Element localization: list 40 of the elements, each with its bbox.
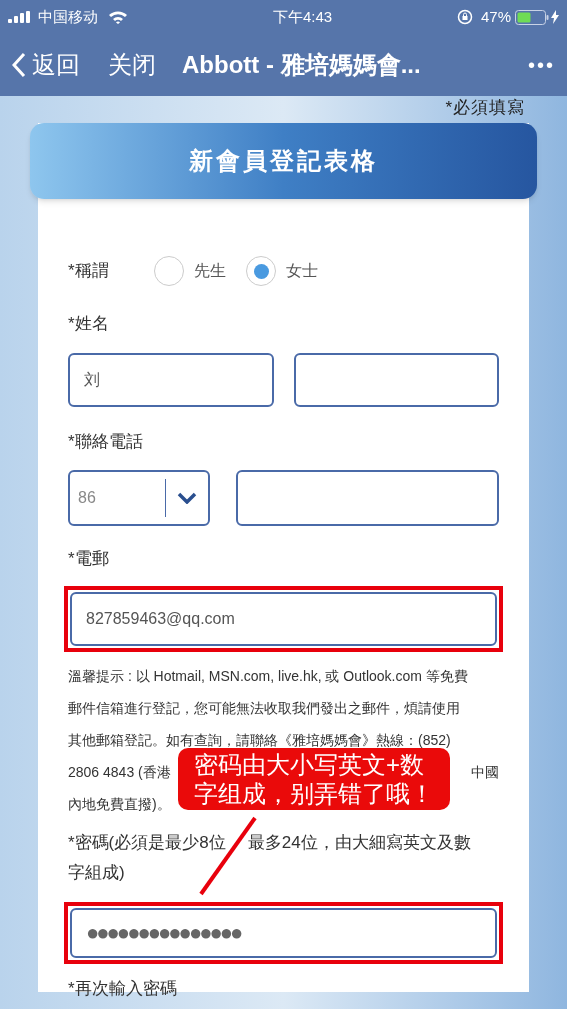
radio-option[interactable]: 女士 <box>246 256 318 286</box>
more-button[interactable]: ••• <box>528 50 555 80</box>
field-label: 最多24位，由大細寫英文及數 <box>247 831 471 854</box>
form-title: 新會員登記表格 <box>189 146 378 176</box>
page-title: Abbott - 雅培媽媽會... <box>182 50 421 80</box>
callout-bubble: 密码由大小写英文+数字组成，别弄错了哦！ <box>178 748 450 810</box>
battery-icon <box>515 9 549 25</box>
field-label: 字組成) <box>68 861 125 884</box>
email-field[interactable]: 827859463@qq.com <box>70 591 497 646</box>
text-field[interactable]: 刘 <box>68 352 274 407</box>
notice-text: 中國 <box>471 762 499 782</box>
notice-text: 內地免費直撥)。 <box>68 794 171 814</box>
battery-percent: 47% <box>480 6 511 27</box>
back-button[interactable]: 返回 <box>12 47 80 83</box>
notice-text: 2806 4843 (香港 <box>68 762 171 782</box>
radio-option[interactable]: 先生 <box>154 256 226 286</box>
radio-button[interactable] <box>246 256 276 286</box>
notice-text: 其他郵箱登記。如有查詢，請聯絡《雅培媽媽會》熱線：(852) <box>68 730 451 750</box>
notice-text: 郵件信箱進行登記，您可能無法收取我們發出之郵件，煩請使用 <box>68 698 460 718</box>
country-code-select[interactable]: 86 <box>68 470 210 526</box>
required-note: *必須填寫 <box>445 97 525 120</box>
charging-icon <box>551 10 559 24</box>
field-label: *電郵 <box>68 548 110 570</box>
close-button[interactable]: 关闭 <box>108 47 156 83</box>
clock: 下午4:43 <box>271 6 333 27</box>
phone-field[interactable] <box>236 470 499 526</box>
field-label: *密碼(必須是最少8位 <box>68 831 226 854</box>
text-field[interactable] <box>293 352 499 407</box>
rotation-lock-icon <box>456 9 473 25</box>
password-field[interactable]: ●●●●●●●●●●●●●●● <box>70 907 497 958</box>
notice-text: 溫馨提示 : 以 Hotmail, MSN.com, live.hk, 或 Outlook.com 等免費 <box>68 666 468 686</box>
field-label: *稱謂 <box>68 260 110 283</box>
field-label: *聯絡電話 <box>68 430 144 453</box>
field-label: *再次輸入密碼 <box>68 977 178 1000</box>
radio-button[interactable] <box>154 256 184 286</box>
carrier-name: 中国移动 <box>38 6 98 27</box>
wifi-icon <box>108 10 128 24</box>
chevron-down-icon <box>177 492 197 504</box>
back-icon <box>12 52 26 78</box>
field-label: *姓名 <box>68 313 110 335</box>
